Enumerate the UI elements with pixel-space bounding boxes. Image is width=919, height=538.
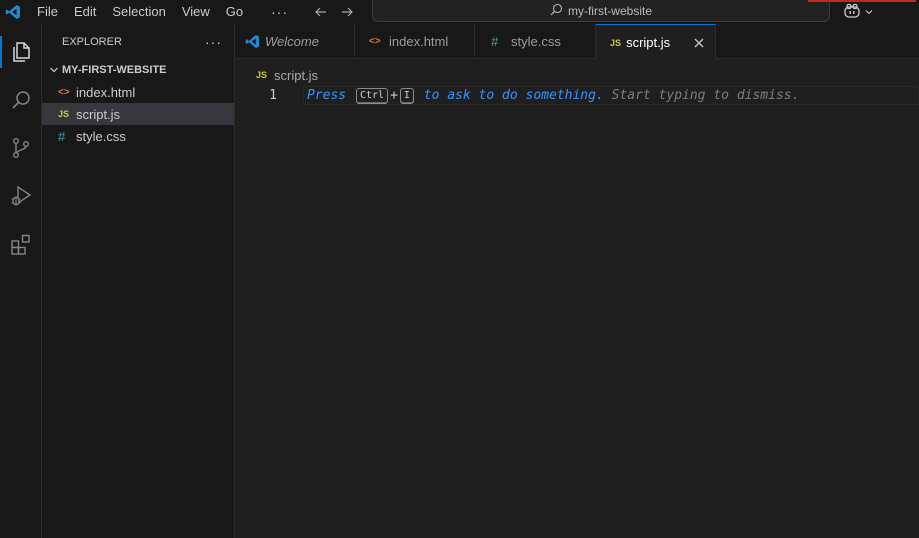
explorer-title: EXPLORER bbox=[62, 35, 122, 48]
chevron-down-icon bbox=[864, 5, 874, 20]
breadcrumb-file: script.js bbox=[274, 67, 319, 83]
navigation-arrows bbox=[312, 0, 356, 24]
vscode-logo-icon bbox=[0, 0, 26, 24]
js-file-icon: JS bbox=[256, 70, 268, 80]
chevron-down-icon bbox=[46, 65, 62, 75]
js-file-icon: JS bbox=[610, 37, 622, 48]
tab-style-css[interactable]: # style.css bbox=[475, 24, 596, 59]
menu-edit[interactable]: Edit bbox=[66, 0, 104, 24]
menu-selection[interactable]: Selection bbox=[104, 0, 173, 24]
menu-go[interactable]: Go bbox=[218, 0, 251, 24]
explorer-header: EXPLORER ··· bbox=[42, 24, 234, 59]
file-name: index.html bbox=[76, 84, 136, 100]
tab-index-html[interactable]: <> index.html bbox=[355, 24, 475, 59]
explorer-more-button[interactable]: ··· bbox=[205, 34, 222, 50]
file-style-css[interactable]: # style.css bbox=[42, 125, 234, 147]
menu-more-button[interactable]: ··· bbox=[251, 2, 298, 22]
explorer-sidebar: EXPLORER ··· MY-FIRST-WEBSITE <> index.h… bbox=[42, 24, 235, 538]
copilot-icon bbox=[843, 3, 861, 22]
breadcrumb[interactable]: JS script.js bbox=[235, 64, 318, 86]
copilot-button[interactable] bbox=[843, 3, 874, 21]
keybinding-ctrl: Ctrl bbox=[355, 87, 389, 104]
vscode-logo-icon bbox=[245, 34, 265, 49]
js-file-icon: JS bbox=[58, 109, 70, 119]
close-icon[interactable] bbox=[692, 35, 705, 51]
tab-label: style.css bbox=[511, 34, 561, 49]
html-file-icon: <> bbox=[58, 86, 70, 98]
html-file-icon: <> bbox=[369, 36, 381, 47]
folder-my-first-website[interactable]: MY-FIRST-WEBSITE bbox=[42, 59, 234, 81]
hint-dismiss: Start typing to dismiss. bbox=[611, 88, 800, 103]
menu-file[interactable]: File bbox=[29, 0, 66, 24]
tab-script-js[interactable]: JS script.js bbox=[596, 24, 716, 60]
command-center-label: my-first-website bbox=[567, 3, 652, 18]
window-accent-strip bbox=[808, 0, 916, 2]
inline-chat-hint: Press Ctrl + I to ask to do something. S… bbox=[307, 86, 799, 105]
forward-arrow-icon[interactable] bbox=[338, 3, 356, 21]
css-file-icon: # bbox=[58, 128, 66, 144]
editor-line[interactable]: 1 Press Ctrl + I to ask to do something.… bbox=[235, 86, 919, 105]
menu-view[interactable]: View bbox=[174, 0, 218, 24]
activity-bar bbox=[0, 24, 42, 538]
search-icon bbox=[550, 3, 563, 19]
search-activity-icon[interactable] bbox=[0, 78, 42, 122]
title-bar: File Edit Selection View Go ··· my-first… bbox=[0, 0, 919, 24]
menu-bar: File Edit Selection View Go ··· bbox=[29, 0, 298, 24]
file-index-html[interactable]: <> index.html bbox=[42, 81, 234, 103]
file-script-js[interactable]: JS script.js bbox=[42, 103, 234, 125]
editor-tabs: Welcome <> index.html # style.css JS scr… bbox=[235, 24, 919, 60]
run-and-debug-icon[interactable] bbox=[0, 174, 42, 218]
line-number: 1 bbox=[269, 88, 277, 103]
back-arrow-icon[interactable] bbox=[312, 3, 330, 21]
tab-label: index.html bbox=[389, 34, 449, 49]
tab-label: script.js bbox=[626, 35, 671, 50]
keybinding-plus: + bbox=[390, 88, 398, 103]
hint-press: Press bbox=[307, 88, 347, 103]
keybinding-i[interactable]: I bbox=[399, 87, 414, 104]
tab-label: Welcome bbox=[265, 34, 319, 49]
source-control-icon[interactable] bbox=[0, 126, 42, 170]
folder-name: MY-FIRST-WEBSITE bbox=[62, 64, 167, 76]
command-center[interactable]: my-first-website bbox=[372, 0, 830, 22]
file-name: style.css bbox=[76, 128, 126, 144]
explorer-icon[interactable] bbox=[0, 30, 42, 74]
tab-welcome[interactable]: Welcome bbox=[235, 24, 355, 59]
css-file-icon: # bbox=[491, 34, 499, 49]
extensions-icon[interactable] bbox=[0, 222, 42, 266]
hint-action-link[interactable]: to ask to do something. bbox=[424, 86, 604, 105]
file-name: script.js bbox=[76, 106, 121, 122]
